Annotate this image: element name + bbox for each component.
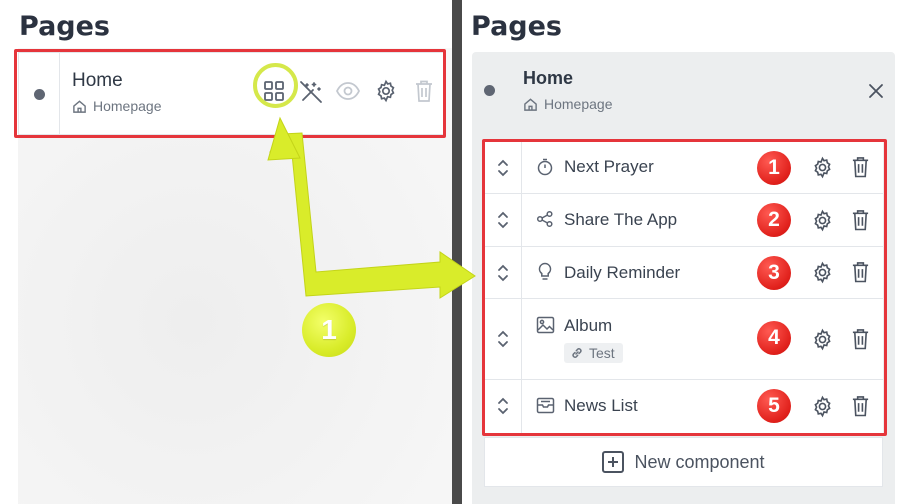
page-type: Homepage — [523, 96, 613, 112]
pane-divider — [452, 0, 462, 504]
close-icon[interactable] — [867, 82, 885, 100]
home-icon — [523, 97, 538, 112]
page-item-home-expanded[interactable]: Home Homepage — [472, 52, 895, 132]
right-pages-panel: Pages Home Homepage Next Prayer 1 Share … — [462, 0, 905, 504]
highlight-box-page-item — [14, 49, 446, 138]
page-bullet — [484, 85, 495, 96]
callout-badge: 1 — [302, 303, 356, 357]
highlight-circle-grid-icon — [253, 63, 298, 108]
page-name: Home — [523, 68, 574, 88]
new-component-label: New component — [634, 451, 765, 472]
page-title: Pages — [471, 11, 562, 42]
plus-square-icon — [602, 451, 625, 473]
new-component-button[interactable]: New component — [484, 437, 883, 487]
page-title: Pages — [19, 11, 110, 42]
left-pages-panel: Pages Home Homepage — [0, 0, 452, 504]
highlight-box-components — [482, 139, 887, 436]
page-type-label: Homepage — [544, 96, 613, 112]
